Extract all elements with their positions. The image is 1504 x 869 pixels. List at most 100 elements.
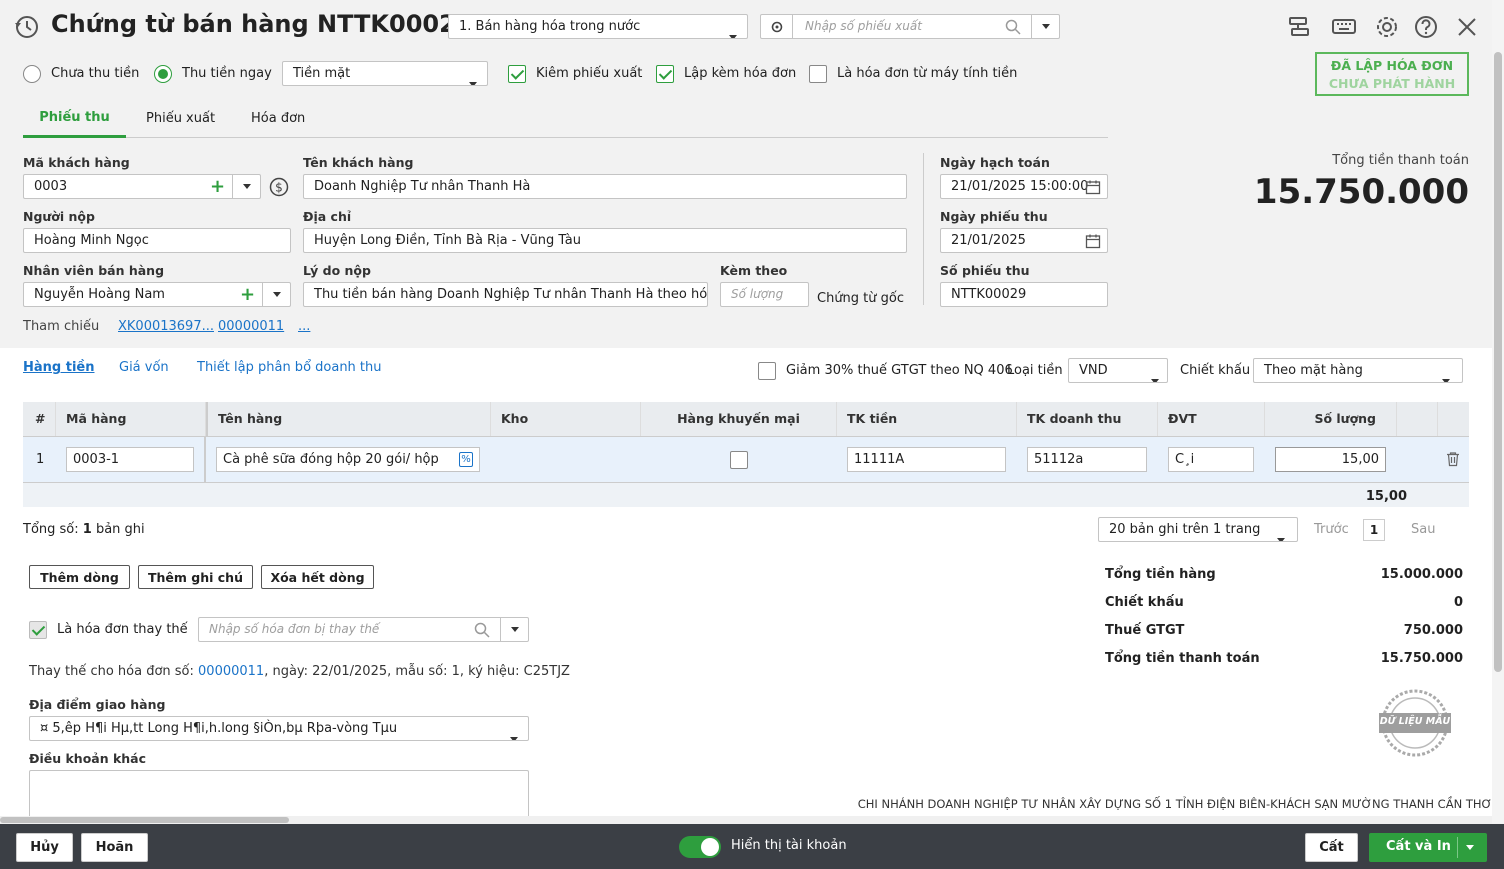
current-page[interactable]: 1 — [1363, 519, 1385, 541]
layout-icon[interactable] — [1286, 14, 1312, 40]
payment-method-select[interactable]: Tiền mặt — [282, 61, 488, 86]
payer-label: Người nộp — [23, 209, 95, 224]
subtab-revenue-allocation[interactable]: Thiết lập phân bổ doanh thu — [197, 360, 382, 375]
reason-input[interactable]: Thu tiền bán hàng Doanh Nghiệp Tư nhân T… — [303, 282, 708, 307]
discount-select[interactable]: Theo mặt hàng — [1253, 358, 1463, 383]
trash-icon[interactable] — [1445, 451, 1461, 471]
ref-link-1[interactable]: XK00013697... — [118, 319, 214, 334]
next-page-button[interactable]: Sau — [1411, 522, 1435, 537]
col-promo: Hàng khuyến mại — [641, 402, 837, 436]
customer-code-input[interactable]: 0003 + — [23, 174, 261, 199]
table-header: # Mã hàng Tên hàng Kho Hàng khuyến mại T… — [23, 402, 1469, 437]
address-input[interactable]: Huyện Long Điền, Tỉnh Bà Rịa - Vũng Tàu — [303, 228, 907, 253]
calendar-icon[interactable] — [1085, 233, 1101, 252]
chevron-down-icon[interactable] — [1466, 845, 1474, 850]
undo-button[interactable]: Hoãn — [81, 833, 148, 862]
close-icon[interactable] — [1454, 14, 1480, 40]
horizontal-scrollbar-thumb[interactable] — [0, 817, 289, 823]
cash-register-label: Là hóa đơn từ máy tính tiền — [837, 66, 1018, 81]
help-icon[interactable] — [1413, 14, 1439, 40]
save-print-button[interactable]: Cất và In — [1369, 833, 1487, 862]
tab-invoice[interactable]: Hóa đơn — [251, 111, 305, 126]
summary-discount-label: Chiết khấu — [1105, 595, 1184, 610]
qty-total: 15,00 — [1365, 489, 1407, 504]
salesperson-label: Nhân viên bán hàng — [23, 263, 165, 278]
currency-select[interactable]: VND — [1068, 358, 1168, 383]
company-name: CHI NHÁNH DOANH NGHIỆP TƯ NHÂN XÂY DỰNG … — [857, 797, 1492, 811]
replace-invoice-dropdown[interactable] — [500, 618, 528, 641]
percent-icon[interactable]: % — [459, 452, 473, 467]
row-cash-account-input[interactable]: 11111A — [847, 447, 1006, 472]
export-search[interactable]: Nhập số phiếu xuất — [760, 14, 1060, 39]
salesperson-dropdown[interactable] — [262, 283, 290, 306]
add-note-button[interactable]: Thêm ghi chú — [138, 565, 253, 589]
invoice-checkbox[interactable] — [656, 65, 674, 83]
currency-label: Loại tiền — [1007, 363, 1063, 378]
vertical-scrollbar[interactable] — [1492, 0, 1504, 823]
keyboard-icon[interactable] — [1331, 14, 1357, 40]
discount-label: Chiết khấu — [1180, 363, 1251, 378]
export-dropdown-button[interactable] — [1031, 15, 1059, 38]
cancel-button[interactable]: Hủy — [16, 833, 73, 862]
table-row[interactable]: 1 0003-1 Cà phê sữa đóng hộp 20 gói/ hộp… — [23, 437, 1469, 483]
gear-icon[interactable] — [761, 15, 793, 38]
attach-input[interactable]: Số lượng — [720, 282, 809, 307]
row-code-input[interactable]: 0003-1 — [66, 447, 194, 472]
row-qty-input[interactable]: 15,00 — [1275, 447, 1386, 472]
delete-all-button[interactable]: Xóa hết dòng — [261, 565, 374, 589]
cash-register-checkbox[interactable] — [809, 65, 827, 83]
vat-reduce-checkbox[interactable] — [758, 362, 776, 380]
page-size-select[interactable]: 20 bản ghi trên 1 trang — [1098, 517, 1298, 542]
stamp-line2: CHƯA PHÁT HÀNH — [1328, 76, 1456, 91]
search-icon[interactable] — [474, 622, 490, 641]
history-icon[interactable] — [14, 14, 40, 40]
receipt-date-input[interactable]: 21/01/2025 — [940, 228, 1108, 253]
summary-total-label: Tổng tiền thanh toán — [1105, 651, 1260, 666]
search-icon[interactable] — [1005, 19, 1021, 38]
salesperson-input[interactable]: Nguyễn Hoàng Nam + — [23, 282, 291, 307]
record-count: Tổng số: 1 bản ghi — [23, 522, 145, 537]
tab-receipt[interactable]: Phiếu thu — [23, 110, 126, 125]
replace-invoice-input[interactable]: Nhập số hóa đơn bị thay thế — [198, 617, 529, 642]
sale-type-select[interactable]: 1. Bán hàng hóa trong nước — [448, 14, 748, 39]
other-terms-textarea[interactable] — [29, 770, 529, 816]
paid-radio[interactable] — [154, 65, 172, 83]
ref-link-2[interactable]: 00000011 — [218, 319, 284, 334]
row-unit-input[interactable]: C¸i — [1168, 447, 1254, 472]
plus-icon[interactable]: + — [210, 175, 225, 198]
add-row-button[interactable]: Thêm dòng — [29, 565, 130, 589]
export-slip-checkbox[interactable] — [508, 65, 526, 83]
ref-more-link[interactable]: ... — [298, 319, 310, 334]
prev-page-button[interactable]: Trước — [1314, 522, 1349, 537]
payment-method-value: Tiền mặt — [293, 66, 351, 81]
replace-invoice-checkbox[interactable] — [29, 621, 47, 639]
replace-info-link[interactable]: 00000011 — [198, 664, 264, 679]
delivery-label: Địa điểm giao hàng — [29, 697, 166, 712]
row-no: 1 — [36, 452, 45, 467]
customer-name-input[interactable]: Doanh Nghiệp Tư nhân Thanh Hà — [303, 174, 907, 199]
calendar-icon[interactable] — [1085, 179, 1101, 198]
export-search-placeholder: Nhập số phiếu xuất — [805, 19, 922, 33]
replace-info: Thay thế cho hóa đơn số: 00000011, ngày:… — [29, 664, 570, 679]
delivery-select[interactable]: ¤ 5,êp H¶i Hµ,tt Long H¶i,h.long §iÒn,bµ… — [29, 716, 529, 741]
row-revenue-account-input[interactable]: 51112a — [1027, 447, 1147, 472]
customer-code-dropdown[interactable] — [232, 175, 260, 198]
payer-input[interactable]: Hoàng Minh Ngọc — [23, 228, 291, 253]
receipt-no-input[interactable]: NTTK00029 — [940, 282, 1108, 307]
subtab-goods[interactable]: Hàng tiền — [23, 360, 94, 375]
tab-export[interactable]: Phiếu xuất — [146, 111, 215, 126]
plus-icon[interactable]: + — [240, 283, 255, 306]
save-button[interactable]: Cất — [1305, 833, 1358, 862]
save-print-label: Cất và In — [1386, 839, 1451, 854]
show-account-toggle[interactable] — [679, 836, 721, 858]
unpaid-radio[interactable] — [23, 65, 41, 83]
horizontal-scrollbar[interactable] — [0, 816, 1492, 824]
row-name-input[interactable]: Cà phê sữa đóng hộp 20 gói/ hộp % — [216, 447, 480, 472]
subtab-cost[interactable]: Giá vốn — [119, 360, 169, 375]
posting-date-input[interactable]: 21/01/2025 15:00:00 — [940, 174, 1108, 199]
receipt-date-label: Ngày phiếu thu — [940, 209, 1048, 224]
currency-dollar-icon[interactable]: $ — [269, 177, 289, 201]
row-promo-checkbox[interactable] — [730, 451, 748, 469]
vertical-scrollbar-thumb[interactable] — [1494, 52, 1502, 672]
settings-icon[interactable] — [1374, 14, 1400, 40]
